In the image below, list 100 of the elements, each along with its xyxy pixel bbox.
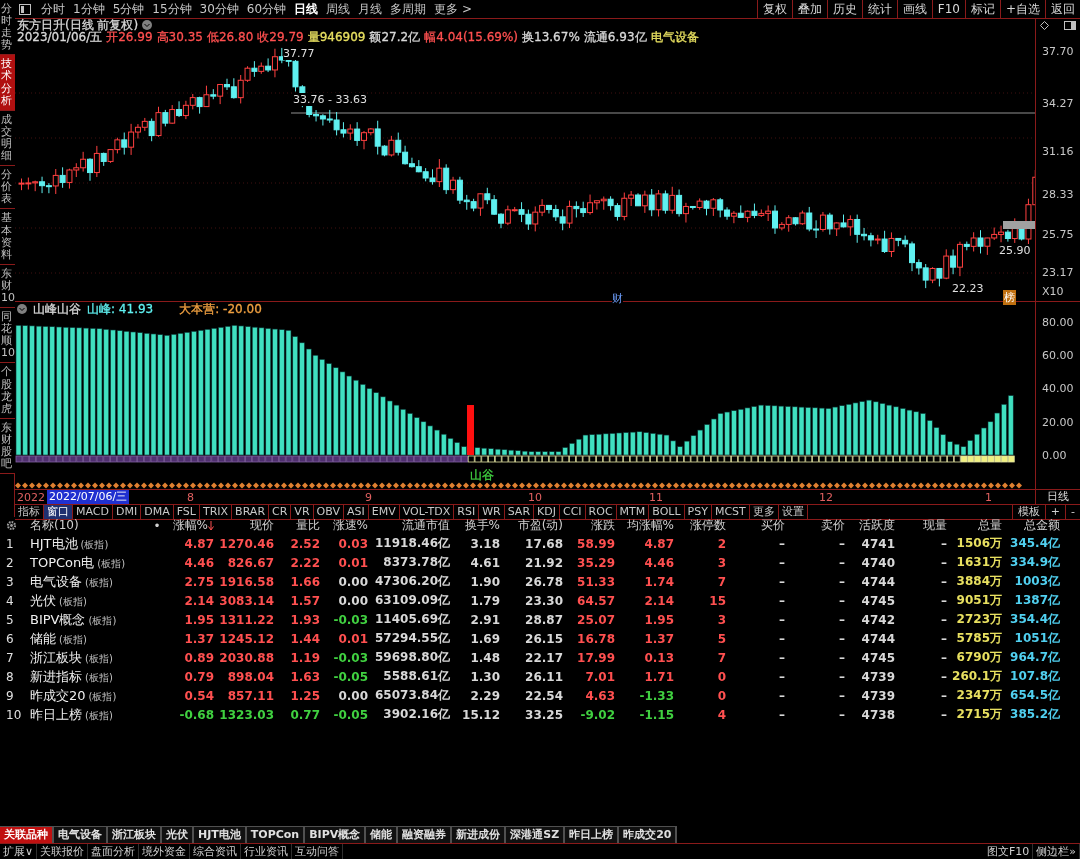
toolbar-button[interactable]: 统计 (861, 0, 897, 18)
settings-icon[interactable] (6, 520, 17, 531)
toolbar-button[interactable]: 返回 (1045, 0, 1080, 18)
group-tab[interactable]: HJT电池 (194, 826, 247, 843)
column-header[interactable]: 现价 (214, 517, 274, 534)
period-tab[interactable]: 日线 (290, 0, 323, 18)
indicator-tab[interactable]: BRAR (232, 505, 270, 519)
indicator-tab[interactable]: TRIX (199, 505, 233, 519)
sidebar-tab[interactable]: 分时走势 (0, 0, 15, 56)
table-row[interactable]: 5 BIPV概念 (板指) 1.95 1311.22 1.93 -0.03 11405.69亿 2.91 28.87 25.07 1.95 3 – – 4742 – 2723万 354.4亿 (0, 610, 1080, 629)
table-row[interactable]: 4 光伏 (板指) 2.14 3083.14 1.57 0.00 63109.09亿 1.79 23.30 64.57 2.14 15 – – 4745 – 9051万 1387亿 (0, 591, 1080, 610)
indicator-tab[interactable]: 更多 (749, 505, 779, 519)
table-row[interactable]: 10 昨日上榜 (板指) -0.68 1323.03 0.77 -0.05 3902.16亿 15.12 33.25 -9.02 -1.15 4 – – 4738 – 2715万 385.2亿 (0, 705, 1080, 724)
status-button[interactable]: 扩展∨ (0, 844, 38, 859)
table-row[interactable]: 7 浙江板块 (板指) 0.89 2030.88 1.19 -0.03 59698.80亿 1.48 22.17 17.99 0.13 7 – – 4745 – 6790万 964.7亿 (0, 648, 1080, 667)
sidebar-tab[interactable]: 分价表 (0, 166, 15, 210)
column-header[interactable]: 换手% (450, 517, 500, 534)
indicator-tab[interactable]: WR (479, 505, 505, 519)
column-header[interactable]: 涨速% (320, 517, 368, 534)
status-button[interactable]: 图文F10 (983, 844, 1034, 859)
column-header[interactable]: 市盈(动) (500, 517, 563, 534)
template-button[interactable]: + (1044, 505, 1065, 519)
column-header[interactable]: 涨停数 (674, 517, 726, 534)
sidebar-tab[interactable]: 成交明细 (0, 110, 15, 167)
indicator-tab[interactable]: EMV (368, 505, 400, 519)
period-tab[interactable]: 周线 (322, 0, 355, 18)
status-button[interactable]: 关联报价 (37, 844, 89, 859)
column-header[interactable]: 卖价 (785, 517, 845, 534)
period-tab[interactable]: 60分钟 (242, 0, 291, 18)
indicator-tab[interactable]: 设置 (778, 505, 808, 519)
column-header[interactable]: 活跃度 (845, 517, 895, 534)
group-tab[interactable]: BIPV概念 (305, 826, 367, 843)
toolbar-button[interactable]: 复权 (756, 0, 792, 18)
table-row[interactable]: 6 储能 (板指) 1.37 1245.12 1.44 0.01 57294.55亿 1.69 26.15 16.78 1.37 5 – – 4744 – 5785万 1051亿 (0, 629, 1080, 648)
status-button[interactable]: 侧边栏» (1033, 844, 1080, 859)
indicator-tab[interactable]: BOLL (649, 505, 685, 519)
panel-icon[interactable] (19, 3, 31, 15)
column-header[interactable]: 均涨幅% (615, 517, 674, 534)
group-tab[interactable]: 融资融券 (398, 826, 453, 843)
list-badge[interactable]: 榜 (1003, 290, 1016, 305)
indicator-tab[interactable]: PSY (684, 505, 712, 519)
group-tab[interactable]: 昨成交20 (619, 826, 678, 843)
indicator-tab[interactable]: SAR (504, 505, 535, 519)
sidebar-tab[interactable]: 基本资料 (0, 209, 15, 265)
indicator-tab[interactable]: CR (269, 505, 292, 519)
column-header[interactable]: 涨幅% (162, 517, 214, 534)
table-row[interactable]: 8 新进指标 (板指) 0.79 898.04 1.63 -0.05 5588.61亿 1.30 26.11 7.01 1.71 0 – – 4739 – 260.1万 107.8亿 (0, 667, 1080, 686)
period-tab[interactable]: 月线 (354, 0, 387, 18)
indicator-tab[interactable]: MTM (616, 505, 650, 519)
column-header[interactable]: 买价 (726, 517, 785, 534)
column-header[interactable]: 名称(10) (30, 517, 152, 534)
template-button[interactable]: - (1065, 505, 1080, 519)
news-marker[interactable]: 财 (612, 291, 623, 306)
sidebar-tab[interactable]: 个股龙虎 (0, 363, 15, 419)
period-tab[interactable]: 1分钟 (69, 0, 109, 18)
indicator-tab[interactable]: 窗口 (44, 505, 73, 519)
group-tab[interactable]: TOPCon (246, 826, 306, 843)
indicator-tab[interactable]: MACD (73, 505, 113, 519)
table-row[interactable]: 3 电气设备 (板指) 2.75 1916.58 1.66 0.00 47306.20亿 1.90 26.78 51.33 1.74 7 – – 4744 – 3884万 1003亿 (0, 572, 1080, 591)
indicator-tab[interactable]: RSI (454, 505, 480, 519)
status-button[interactable]: 行业资讯 (241, 844, 293, 859)
toolbar-button[interactable]: F10 (931, 0, 965, 18)
group-tab[interactable]: 光伏 (162, 826, 194, 843)
toolbar-button[interactable]: 画线 (896, 0, 932, 18)
status-button[interactable]: 盘面分析 (88, 844, 140, 859)
indicator-tab[interactable]: FSL (173, 505, 200, 519)
column-header[interactable]: 涨跌 (563, 517, 615, 534)
group-tab[interactable]: 新进成份 (452, 826, 507, 843)
group-tab[interactable]: 关联品种 (0, 826, 54, 843)
period-tab[interactable]: 更多 > (430, 0, 476, 18)
status-button[interactable]: 境外资金 (139, 844, 191, 859)
period-tab[interactable]: 15分钟 (148, 0, 196, 18)
status-button[interactable]: 综合资讯 (190, 844, 242, 859)
sidebar-tab[interactable]: 同花顺10 (0, 308, 15, 364)
toolbar-button[interactable]: 标记 (964, 0, 1000, 18)
column-header[interactable]: 总量 (947, 517, 1002, 534)
sidebar-tab[interactable]: 东财10 (0, 264, 15, 309)
indicator-tab[interactable]: ROC (585, 505, 617, 519)
table-row[interactable]: 2 TOPCon电 (板指) 4.46 826.67 2.22 0.01 8373.78亿 4.61 21.92 35.29 4.46 3 – – 4740 – 1631万 334.9亿 (0, 553, 1080, 572)
toolbar-button[interactable]: 叠加 (791, 0, 827, 18)
group-tab[interactable]: 储能 (366, 826, 399, 843)
column-header[interactable]: 流通市值 (368, 517, 450, 534)
indicator-tab[interactable]: CCI (560, 505, 586, 519)
layout-icon[interactable] (1064, 21, 1076, 30)
diamond-icon[interactable] (1040, 21, 1049, 30)
indicator-tab[interactable]: DMI (113, 505, 142, 519)
period-tab[interactable]: 多周期 (386, 0, 431, 18)
period-tab[interactable]: 30分钟 (195, 0, 243, 18)
column-header[interactable]: 量比 (274, 517, 320, 534)
zoom-label[interactable]: X10 (1042, 284, 1064, 298)
period-tab[interactable]: 5分钟 (108, 0, 149, 18)
sidebar-tab[interactable]: 技术分析 (0, 55, 15, 111)
dropdown-icon[interactable] (142, 20, 153, 30)
group-tab[interactable]: 浙江板块 (108, 826, 162, 843)
indicator-tab[interactable]: VR (291, 505, 314, 519)
indicator-tab[interactable]: OBV (313, 505, 344, 519)
sidebar-tab[interactable]: 东财股吧 (0, 418, 15, 475)
group-tab[interactable]: 电气设备 (54, 826, 108, 843)
indicator-tab[interactable]: DMA (141, 505, 174, 519)
column-header[interactable]: 现量 (895, 517, 947, 534)
